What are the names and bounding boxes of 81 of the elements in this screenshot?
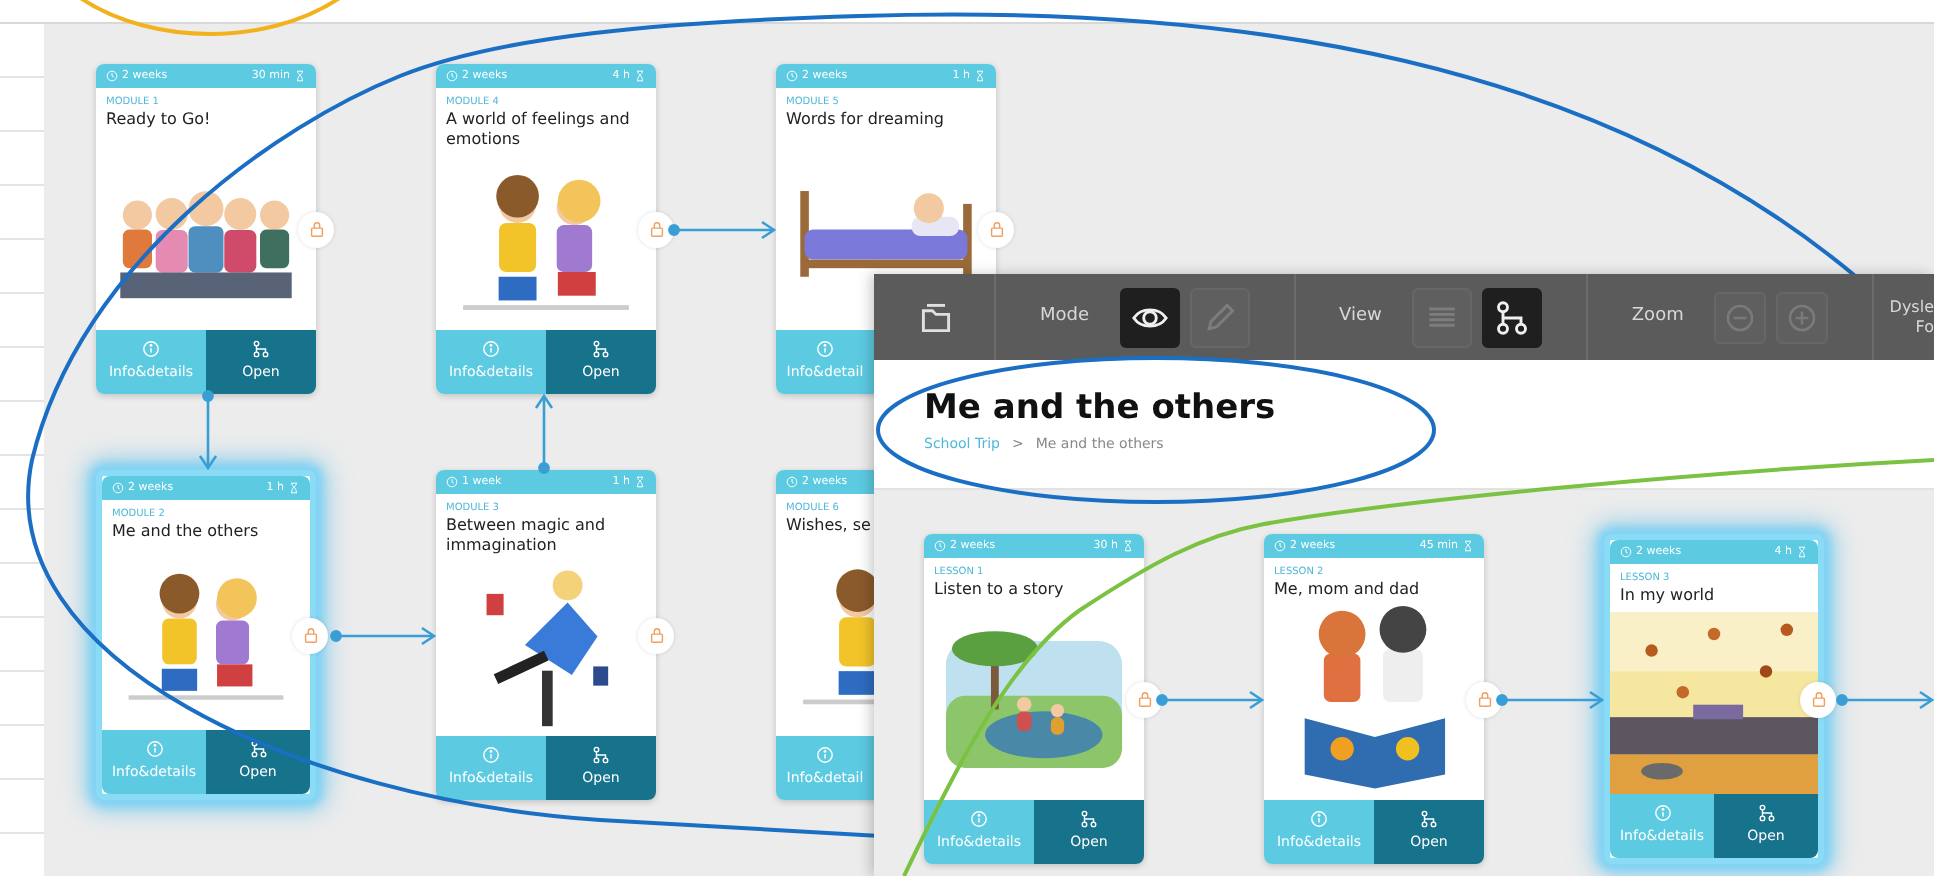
toolbar-label: View bbox=[1339, 303, 1382, 330]
flow-icon bbox=[1757, 804, 1775, 823]
clock-icon bbox=[446, 476, 458, 488]
flow-icon bbox=[1493, 299, 1530, 335]
clock-icon bbox=[786, 70, 798, 82]
lock-button[interactable] bbox=[638, 617, 674, 653]
zoom-out-icon bbox=[1723, 301, 1756, 333]
tree-button[interactable] bbox=[1481, 287, 1542, 347]
info-icon bbox=[1310, 810, 1328, 829]
lock-icon bbox=[301, 626, 319, 644]
lock-icon bbox=[1135, 690, 1153, 708]
pencil-icon bbox=[1201, 299, 1238, 335]
lock-icon bbox=[987, 220, 1005, 238]
hourglass-icon bbox=[288, 482, 300, 494]
info-icon bbox=[970, 810, 988, 829]
clock-icon bbox=[106, 70, 118, 82]
lock-button[interactable] bbox=[1800, 681, 1836, 717]
lock-icon bbox=[647, 220, 665, 238]
connector-arrow bbox=[330, 626, 437, 646]
connector-arrow bbox=[1156, 690, 1265, 710]
flow-icon bbox=[252, 340, 270, 359]
info-icon bbox=[482, 340, 500, 359]
hourglass-icon bbox=[294, 70, 306, 82]
hourglass-icon bbox=[1796, 546, 1808, 558]
clock-icon bbox=[1620, 546, 1632, 558]
clock-icon bbox=[934, 540, 946, 552]
eye-button[interactable] bbox=[1119, 287, 1180, 347]
card-title: Listen to a story bbox=[932, 578, 1066, 601]
info-icon bbox=[482, 746, 500, 765]
flow-icon bbox=[592, 340, 610, 359]
pencil-button[interactable] bbox=[1189, 287, 1250, 347]
lock-button[interactable] bbox=[978, 211, 1014, 247]
card-title: Ready to Go! bbox=[104, 108, 213, 131]
dyslexia-label: Dysle Fo bbox=[1889, 297, 1934, 337]
clock-icon bbox=[446, 70, 458, 82]
lock-button[interactable] bbox=[1466, 681, 1502, 717]
lock-icon bbox=[647, 626, 665, 644]
card-title: In my world bbox=[1618, 584, 1717, 607]
lock-button[interactable] bbox=[638, 211, 674, 247]
flow-icon bbox=[592, 746, 610, 765]
lock-icon bbox=[307, 220, 325, 238]
connector-arrow bbox=[198, 390, 218, 471]
hourglass-icon bbox=[634, 476, 646, 488]
list-button[interactable] bbox=[1411, 287, 1472, 347]
flow-icon bbox=[1080, 810, 1098, 829]
flow-icon bbox=[249, 740, 267, 759]
flow-icon bbox=[1420, 810, 1438, 829]
info-icon bbox=[816, 746, 834, 765]
info-icon bbox=[145, 740, 163, 759]
card-title: Me and the others bbox=[110, 520, 261, 543]
card-title: A world of feelings and emotions bbox=[444, 108, 632, 152]
hourglass-icon bbox=[634, 70, 646, 82]
toolbar-label: Mode bbox=[1040, 303, 1090, 330]
toolbar-label: Zoom bbox=[1631, 303, 1684, 330]
page-title: Me and the others bbox=[924, 390, 1278, 430]
lock-icon bbox=[1809, 690, 1827, 708]
zoom-out-button[interactable] bbox=[1713, 291, 1766, 343]
connector-arrow bbox=[1836, 690, 1934, 710]
zoom-in-icon bbox=[1785, 301, 1818, 333]
info-icon bbox=[816, 340, 834, 359]
lock-button[interactable] bbox=[1126, 681, 1162, 717]
hourglass-icon bbox=[1122, 540, 1134, 552]
hourglass-icon bbox=[974, 70, 986, 82]
lock-icon bbox=[1475, 690, 1493, 708]
lock-button[interactable] bbox=[292, 617, 328, 653]
zoom-in-button[interactable] bbox=[1775, 291, 1828, 343]
clock-icon bbox=[786, 476, 798, 488]
clock-icon bbox=[1274, 540, 1286, 552]
card-title: Wishes, se bbox=[784, 514, 873, 537]
card-title: Me, mom and dad bbox=[1272, 578, 1422, 601]
clock-icon bbox=[112, 482, 124, 494]
hourglass-icon bbox=[1462, 540, 1474, 552]
folder-icon bbox=[918, 299, 954, 335]
connector-arrow bbox=[1496, 690, 1605, 710]
info-icon bbox=[142, 340, 160, 359]
connector-arrow bbox=[668, 220, 777, 240]
lock-button[interactable] bbox=[298, 211, 334, 247]
card-title: Between magic and immagination bbox=[444, 514, 608, 558]
connector-arrow bbox=[534, 393, 554, 474]
card-title: Words for dreaming bbox=[784, 108, 946, 131]
info-icon bbox=[1653, 804, 1671, 823]
